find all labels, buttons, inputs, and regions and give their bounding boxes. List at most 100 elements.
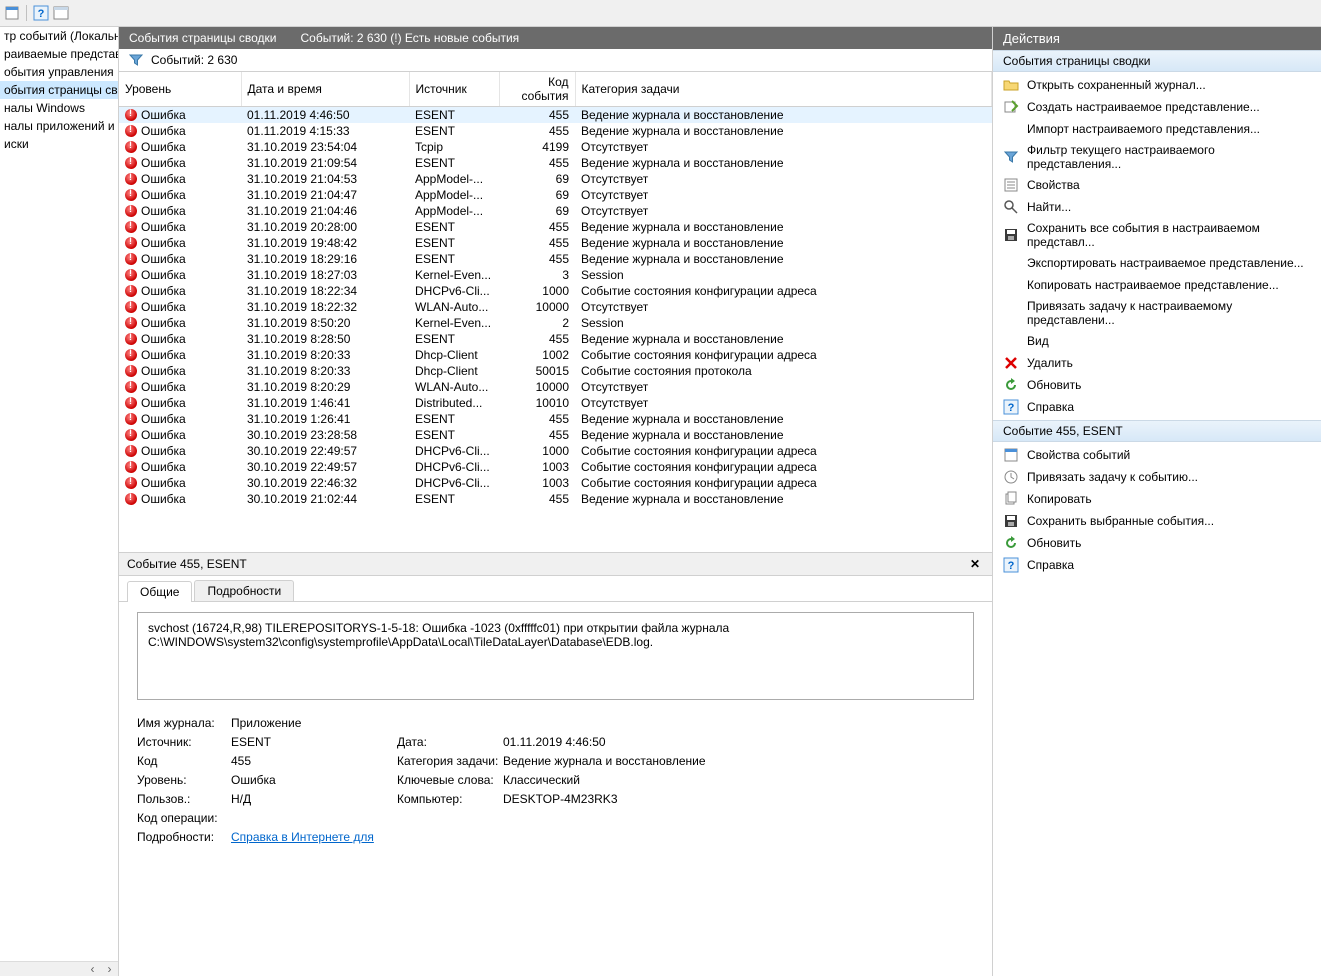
event-row[interactable]: Ошибка30.10.2019 22:49:57DHCPv6-Cli...10… — [119, 443, 992, 459]
action-item[interactable]: Экспортировать настраиваемое представлен… — [997, 252, 1317, 274]
file-icon[interactable] — [4, 5, 20, 21]
source-cell: DHCPv6-Cli... — [409, 475, 499, 491]
action-item[interactable]: Свойства — [997, 174, 1317, 196]
find-icon — [1003, 199, 1019, 215]
task-cell: Событие состояния конфигурации адреса — [575, 443, 992, 459]
save-icon — [1003, 513, 1019, 529]
tree-horizontal-scrollbar[interactable]: ‹ › — [0, 961, 118, 976]
tree-item[interactable]: раиваемые представл — [0, 45, 118, 63]
action-item[interactable]: Создать настраиваемое представление... — [997, 96, 1317, 118]
error-icon — [125, 189, 137, 201]
task-cell: Отсутствует — [575, 139, 992, 155]
action-item[interactable]: Открыть сохраненный журнал... — [997, 74, 1317, 96]
tree-item[interactable]: иски — [0, 135, 118, 153]
close-icon[interactable]: ✕ — [966, 557, 984, 571]
event-row[interactable]: Ошибка31.10.2019 21:09:54ESENT455Ведение… — [119, 155, 992, 171]
event-row[interactable]: Ошибка31.10.2019 8:20:33Dhcp-Client1002С… — [119, 347, 992, 363]
source-cell: ESENT — [409, 251, 499, 267]
scroll-right-icon[interactable]: › — [101, 962, 118, 976]
event-row[interactable]: Ошибка01.11.2019 4:15:33ESENT455Ведение … — [119, 123, 992, 139]
action-item[interactable]: Найти... — [997, 196, 1317, 218]
action-item[interactable]: Импорт настраиваемого представления... — [997, 118, 1317, 140]
filter-icon[interactable] — [129, 53, 143, 67]
error-icon — [125, 397, 137, 409]
properties-icon — [1003, 177, 1019, 193]
action-item[interactable]: Свойства событий — [997, 444, 1317, 466]
source-cell: WLAN-Auto... — [409, 379, 499, 395]
source-cell: DHCPv6-Cli... — [409, 283, 499, 299]
event-row[interactable]: Ошибка31.10.2019 18:22:32WLAN-Auto...100… — [119, 299, 992, 315]
code-cell: 1002 — [499, 347, 575, 363]
column-date[interactable]: Дата и время — [241, 72, 409, 107]
event-row[interactable]: Ошибка31.10.2019 21:04:47AppModel-...69О… — [119, 187, 992, 203]
keywords-value: Классический — [503, 773, 974, 787]
code-cell: 455 — [499, 331, 575, 347]
action-label: Открыть сохраненный журнал... — [1027, 78, 1206, 92]
action-item[interactable]: Привязать задачу к настраиваемому предст… — [997, 296, 1317, 330]
column-task[interactable]: Категория задачи — [575, 72, 992, 107]
event-row[interactable]: Ошибка31.10.2019 18:27:03Kernel-Even...3… — [119, 267, 992, 283]
code-cell: 1000 — [499, 443, 575, 459]
refresh-icon — [1003, 377, 1019, 393]
action-item[interactable]: Фильтр текущего настраиваемого представл… — [997, 140, 1317, 174]
event-row[interactable]: Ошибка31.10.2019 8:50:20Kernel-Even...2S… — [119, 315, 992, 331]
task-cell: Отсутствует — [575, 299, 992, 315]
event-row[interactable]: Ошибка31.10.2019 8:20:29WLAN-Auto...1000… — [119, 379, 992, 395]
level-text: Ошибка — [141, 460, 186, 474]
source-cell: ESENT — [409, 235, 499, 251]
tab-details[interactable]: Подробности — [194, 580, 294, 601]
detail-header: Событие 455, ESENT ✕ — [119, 552, 992, 576]
tree-item[interactable]: налы приложений и сл — [0, 117, 118, 135]
source-cell: WLAN-Auto... — [409, 299, 499, 315]
column-source[interactable]: Источник — [409, 72, 499, 107]
column-level[interactable]: Уровень — [119, 72, 241, 107]
tab-general[interactable]: Общие — [127, 581, 192, 602]
event-row[interactable]: Ошибка31.10.2019 21:04:46AppModel-...69О… — [119, 203, 992, 219]
action-item[interactable]: Привязать задачу к событию... — [997, 466, 1317, 488]
tree-item[interactable]: обытия управления — [0, 63, 118, 81]
action-item[interactable]: Копировать настраиваемое представление..… — [997, 274, 1317, 296]
event-row[interactable]: Ошибка30.10.2019 22:49:57DHCPv6-Cli...10… — [119, 459, 992, 475]
action-item[interactable]: Удалить — [997, 352, 1317, 374]
action-item[interactable]: Сохранить все события в настраиваемом пр… — [997, 218, 1317, 252]
tree-item[interactable]: налы Windows — [0, 99, 118, 117]
event-row[interactable]: Ошибка31.10.2019 1:46:41Distributed...10… — [119, 395, 992, 411]
online-help-link[interactable]: Справка в Интернете для — [231, 830, 374, 844]
help-icon[interactable]: ? — [33, 5, 49, 21]
event-row[interactable]: Ошибка31.10.2019 1:26:41ESENT455Ведение … — [119, 411, 992, 427]
event-row[interactable]: Ошибка31.10.2019 8:28:50ESENT455Ведение … — [119, 331, 992, 347]
event-row[interactable]: Ошибка01.11.2019 4:46:50ESENT455Ведение … — [119, 107, 992, 124]
event-row[interactable]: Ошибка31.10.2019 18:29:16ESENT455Ведение… — [119, 251, 992, 267]
date-cell: 31.10.2019 21:04:46 — [241, 203, 409, 219]
tree-item[interactable]: тр событий (Локальны — [0, 27, 118, 45]
window-icon[interactable] — [53, 5, 69, 21]
event-row[interactable]: Ошибка31.10.2019 20:28:00ESENT455Ведение… — [119, 219, 992, 235]
view-header: События страницы сводки Событий: 2 630 (… — [119, 27, 992, 49]
action-item[interactable]: Сохранить выбранные события... — [997, 510, 1317, 532]
level-text: Ошибка — [141, 380, 186, 394]
app-toolbar: ? — [0, 0, 1321, 27]
event-row[interactable]: Ошибка31.10.2019 21:04:53AppModel-...69О… — [119, 171, 992, 187]
tree-item[interactable]: обытия страницы сво — [0, 81, 118, 99]
action-item[interactable]: Вид — [997, 330, 1317, 352]
event-row[interactable]: Ошибка31.10.2019 8:20:33Dhcp-Client50015… — [119, 363, 992, 379]
action-item[interactable]: Обновить — [997, 374, 1317, 396]
error-icon — [125, 349, 137, 361]
action-item[interactable]: ?Справка — [997, 396, 1317, 418]
event-row[interactable]: Ошибка30.10.2019 21:02:44ESENT455Ведение… — [119, 491, 992, 507]
scroll-left-icon[interactable]: ‹ — [84, 962, 101, 976]
column-code[interactable]: Код события — [499, 72, 575, 107]
task-cell: Ведение журнала и восстановление — [575, 411, 992, 427]
event-row[interactable]: Ошибка31.10.2019 18:22:34DHCPv6-Cli...10… — [119, 283, 992, 299]
action-item[interactable]: Обновить — [997, 532, 1317, 554]
event-row[interactable]: Ошибка31.10.2019 23:54:04Tcpip4199Отсутс… — [119, 139, 992, 155]
event-grid[interactable]: Уровень Дата и время Источник Код событи… — [119, 72, 992, 552]
action-item[interactable]: Копировать — [997, 488, 1317, 510]
filter-icon — [1003, 149, 1019, 165]
event-row[interactable]: Ошибка31.10.2019 19:48:42ESENT455Ведение… — [119, 235, 992, 251]
event-row[interactable]: Ошибка30.10.2019 23:28:58ESENT455Ведение… — [119, 427, 992, 443]
date-cell: 31.10.2019 20:28:00 — [241, 219, 409, 235]
event-row[interactable]: Ошибка30.10.2019 22:46:32DHCPv6-Cli...10… — [119, 475, 992, 491]
action-item[interactable]: ?Справка — [997, 554, 1317, 576]
level-text: Ошибка — [141, 364, 186, 378]
